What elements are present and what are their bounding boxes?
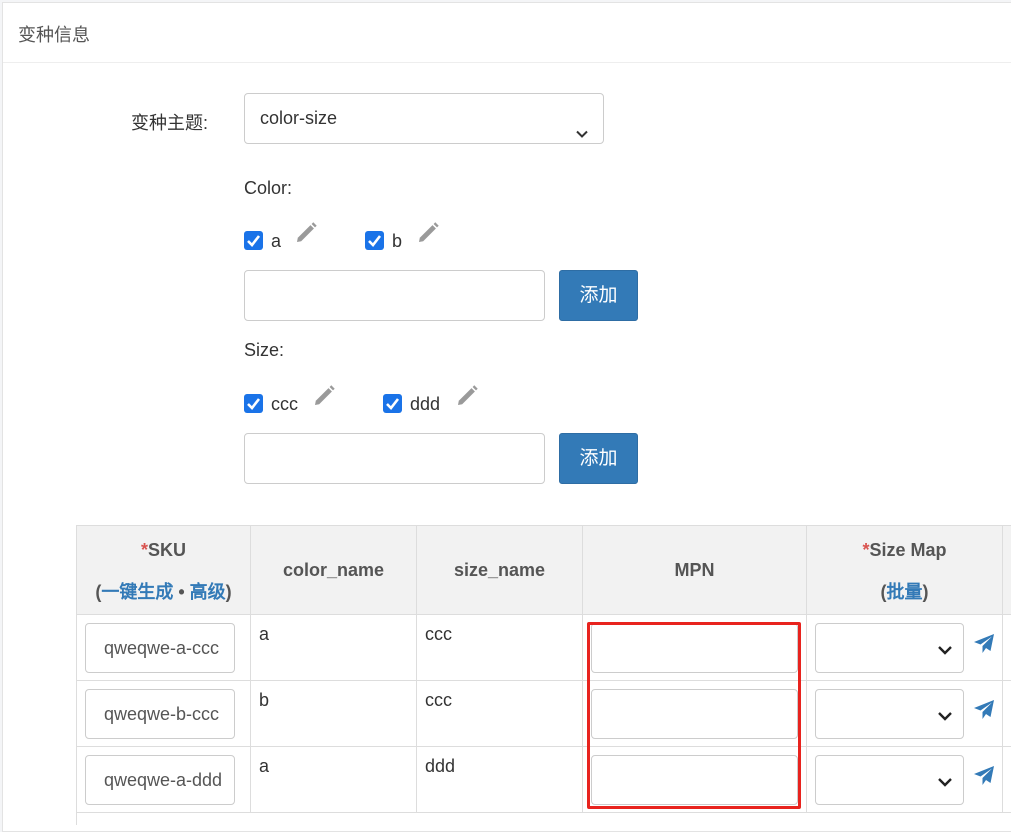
pencil-icon[interactable]	[294, 221, 318, 250]
color-option-label: a	[271, 231, 282, 251]
advanced-link[interactable]: 高级	[190, 582, 226, 602]
color-name-cell: a	[251, 747, 417, 813]
checkbox-checked[interactable]	[244, 231, 263, 250]
panel-title: 变种信息	[18, 25, 90, 45]
chevron-down-icon	[575, 111, 589, 160]
color-name-cell: b	[251, 681, 417, 747]
color-attribute-label: Color:	[244, 178, 293, 198]
send-icon[interactable]	[973, 765, 995, 792]
size-map-cell	[807, 747, 1003, 813]
table-row: qweqwe-a-ddd a ddd	[77, 747, 1011, 813]
pencil-icon[interactable]	[416, 221, 440, 250]
header-color-name: color_name	[251, 526, 417, 615]
table-row: qweqwe-b-ccc b ccc	[77, 681, 1011, 747]
size-name-value: ccc	[425, 690, 452, 710]
header-mpn-label: MPN	[674, 560, 715, 580]
sku-input[interactable]: qweqwe-a-ddd	[85, 755, 235, 805]
sku-input[interactable]: qweqwe-b-ccc	[85, 689, 235, 739]
variant-theme-value: color-size	[260, 108, 338, 128]
size-name-cell: ccc	[417, 615, 583, 681]
variant-theme-label: 变种主题:	[131, 113, 209, 133]
size-name-value: ccc	[425, 624, 452, 644]
color-name-value: b	[259, 690, 270, 710]
mpn-cell	[583, 615, 807, 681]
chevron-down-icon	[937, 641, 953, 662]
mpn-input[interactable]	[591, 755, 798, 805]
panel-header: 变种信息	[3, 3, 1011, 63]
checkbox-checked[interactable]	[383, 394, 402, 413]
size-map-cell	[807, 681, 1003, 747]
size-map-cell	[807, 615, 1003, 681]
header-sku-title: SKU	[148, 540, 187, 560]
truncated-column	[1003, 615, 1011, 813]
color-name-value: a	[259, 756, 270, 776]
size-option-ccc[interactable]: ccc	[244, 393, 374, 417]
separator: •	[173, 582, 190, 602]
mpn-input[interactable]	[591, 623, 798, 673]
sku-cell: qweqwe-a-ccc	[77, 615, 251, 681]
size-map-select[interactable]	[815, 755, 964, 805]
header-size-name-label: size_name	[453, 560, 546, 580]
size-attribute-label: Size:	[244, 340, 285, 360]
size-option-label: ccc	[271, 394, 298, 414]
color-add-button[interactable]: 添加	[559, 270, 638, 321]
size-add-button[interactable]: 添加	[559, 433, 638, 484]
size-option-label: ddd	[410, 394, 441, 414]
table-row: qweqwe-a-ccc a ccc	[77, 615, 1011, 681]
color-name-cell: a	[251, 615, 417, 681]
sku-cell: qweqwe-b-ccc	[77, 681, 251, 747]
size-name-cell: ddd	[417, 747, 583, 813]
header-size-name: size_name	[417, 526, 583, 615]
pencil-icon[interactable]	[312, 384, 336, 413]
batch-link[interactable]: 批量	[887, 582, 923, 602]
color-option-label: b	[392, 231, 403, 251]
header-color-name-label: color_name	[282, 560, 385, 580]
sku-cell: qweqwe-a-ddd	[77, 747, 251, 813]
checkbox-checked[interactable]	[365, 231, 384, 250]
chevron-down-icon	[937, 707, 953, 728]
size-map-select[interactable]	[815, 623, 964, 673]
header-size-map: *Size Map (批量)	[807, 526, 1003, 615]
table-header: *SKU (一键生成 • 高级) color_name size_name MP…	[77, 526, 1011, 615]
pencil-icon[interactable]	[455, 384, 479, 413]
mpn-cell	[583, 747, 807, 813]
required-mark: *	[140, 540, 148, 560]
send-icon[interactable]	[973, 633, 995, 660]
size-add-input[interactable]	[244, 433, 545, 484]
variant-theme-select[interactable]: color-size	[244, 93, 604, 144]
header-mpn: MPN	[583, 526, 807, 615]
size-map-select[interactable]	[815, 689, 964, 739]
generate-sku-link[interactable]: 一键生成	[101, 582, 173, 602]
mpn-input[interactable]	[591, 689, 798, 739]
mpn-cell	[583, 681, 807, 747]
header-sku: *SKU (一键生成 • 高级)	[77, 526, 251, 615]
size-name-value: ddd	[425, 756, 456, 776]
color-add-input[interactable]	[244, 270, 545, 321]
checkbox-checked[interactable]	[244, 394, 263, 413]
paren: )	[225, 582, 232, 602]
size-name-cell: ccc	[417, 681, 583, 747]
chevron-down-icon	[937, 773, 953, 794]
send-icon[interactable]	[973, 699, 995, 726]
header-size-map-title: Size Map	[869, 540, 947, 560]
paren: )	[922, 582, 929, 602]
size-option-ddd[interactable]: ddd	[383, 393, 513, 417]
sku-input[interactable]: qweqwe-a-ccc	[85, 623, 235, 673]
color-name-value: a	[259, 624, 270, 644]
variant-table: *SKU (一键生成 • 高级) color_name size_name MP…	[76, 525, 1011, 825]
